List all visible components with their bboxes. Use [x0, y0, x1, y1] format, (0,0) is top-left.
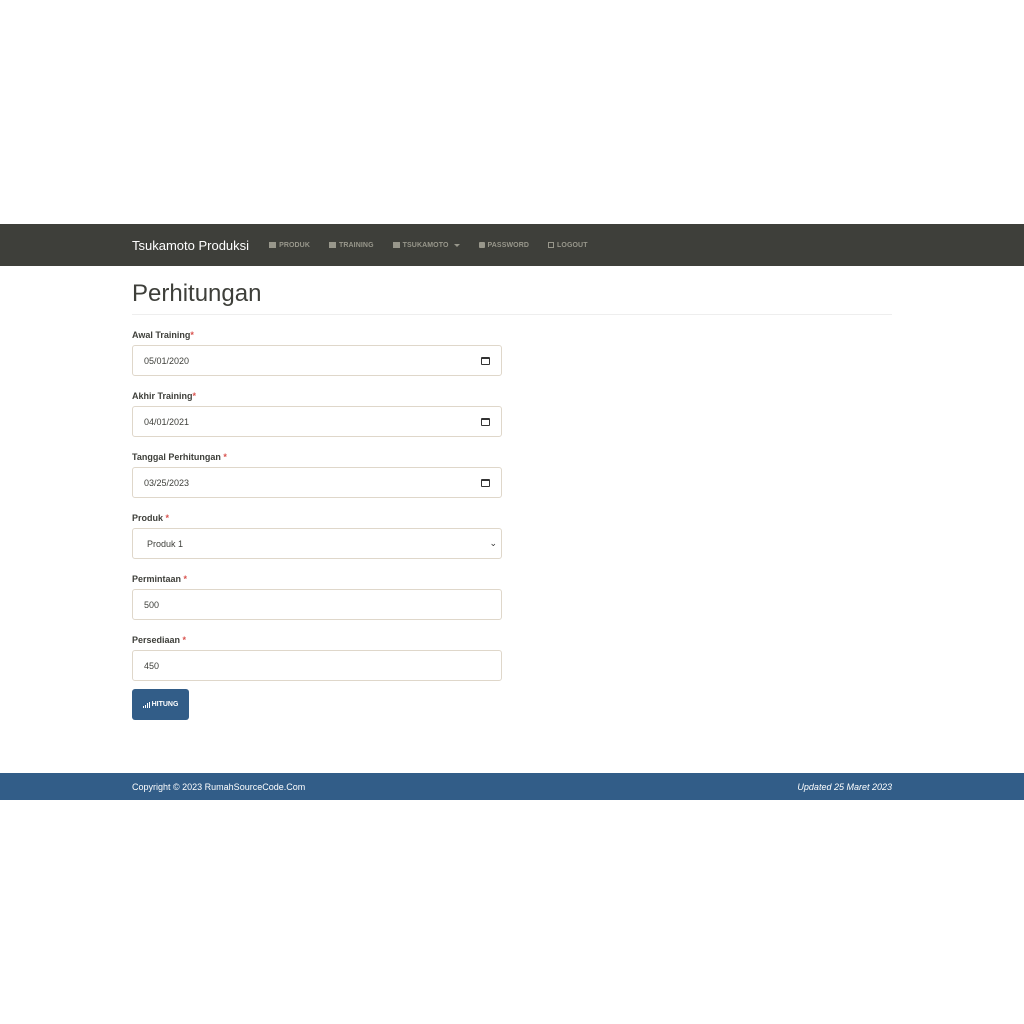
nav-label: LOGOUT	[557, 241, 588, 249]
tanggal-perhitungan-label: Tanggal Perhitungan *	[132, 452, 227, 462]
nav-password[interactable]: PASSWORD	[478, 241, 530, 249]
logout-icon	[548, 242, 555, 248]
table-icon	[329, 242, 336, 248]
permintaan-label: Permintaan *	[132, 574, 188, 584]
copyright-text: Copyright © 2023 RumahSourceCode.Com	[132, 781, 306, 792]
signal-icon	[142, 701, 150, 708]
page-title: Perhitungan	[132, 280, 892, 315]
footer: Copyright © 2023 RumahSourceCode.Com Upd…	[0, 773, 1024, 800]
permintaan-input[interactable]: 500	[132, 589, 502, 620]
grid-icon	[269, 242, 277, 248]
produk-select[interactable]: Produk 1 ⌄	[132, 528, 502, 559]
persediaan-input[interactable]: 450	[132, 650, 502, 681]
nav-training[interactable]: TRAINING	[329, 242, 374, 249]
lock-icon	[478, 242, 485, 248]
nav-label: PRODUK	[279, 241, 310, 249]
nav-tsukamoto-dropdown[interactable]: TSUKAMOTO	[392, 241, 460, 249]
brand-link[interactable]: Tsukamoto Produksi	[132, 238, 249, 253]
nav-label: PASSWORD	[487, 241, 530, 249]
grid-icon	[392, 242, 400, 248]
caret-down-icon	[453, 243, 460, 247]
produk-label: Produk *	[132, 513, 170, 523]
calendar-icon[interactable]	[481, 417, 490, 426]
awal-training-input[interactable]: 05/01/2020	[132, 345, 502, 376]
akhir-training-input[interactable]: 04/01/2021	[132, 406, 502, 437]
persediaan-label: Persediaan *	[132, 635, 187, 645]
calendar-icon[interactable]	[481, 478, 490, 487]
akhir-training-label: Akhir Training*	[132, 391, 197, 401]
awal-training-label: Awal Training*	[132, 330, 194, 340]
chevron-down-icon: ⌄	[489, 538, 497, 548]
nav-logout[interactable]: LOGOUT	[548, 242, 588, 249]
nav-label: TRAINING	[339, 241, 374, 249]
nav-produk[interactable]: PRODUK	[269, 242, 310, 249]
main-content: Perhitungan Awal Training* 05/01/2020 Ak…	[132, 266, 892, 720]
updated-text: Updated 25 Maret 2023	[797, 781, 892, 792]
calendar-icon[interactable]	[481, 356, 490, 365]
nav-label: TSUKAMOTO	[402, 241, 449, 249]
tanggal-perhitungan-input[interactable]: 03/25/2023	[132, 467, 502, 498]
hitung-button[interactable]: HITUNG	[132, 689, 189, 720]
navbar: Tsukamoto Produksi PRODUK TRAINING TSUKA…	[0, 224, 1024, 266]
